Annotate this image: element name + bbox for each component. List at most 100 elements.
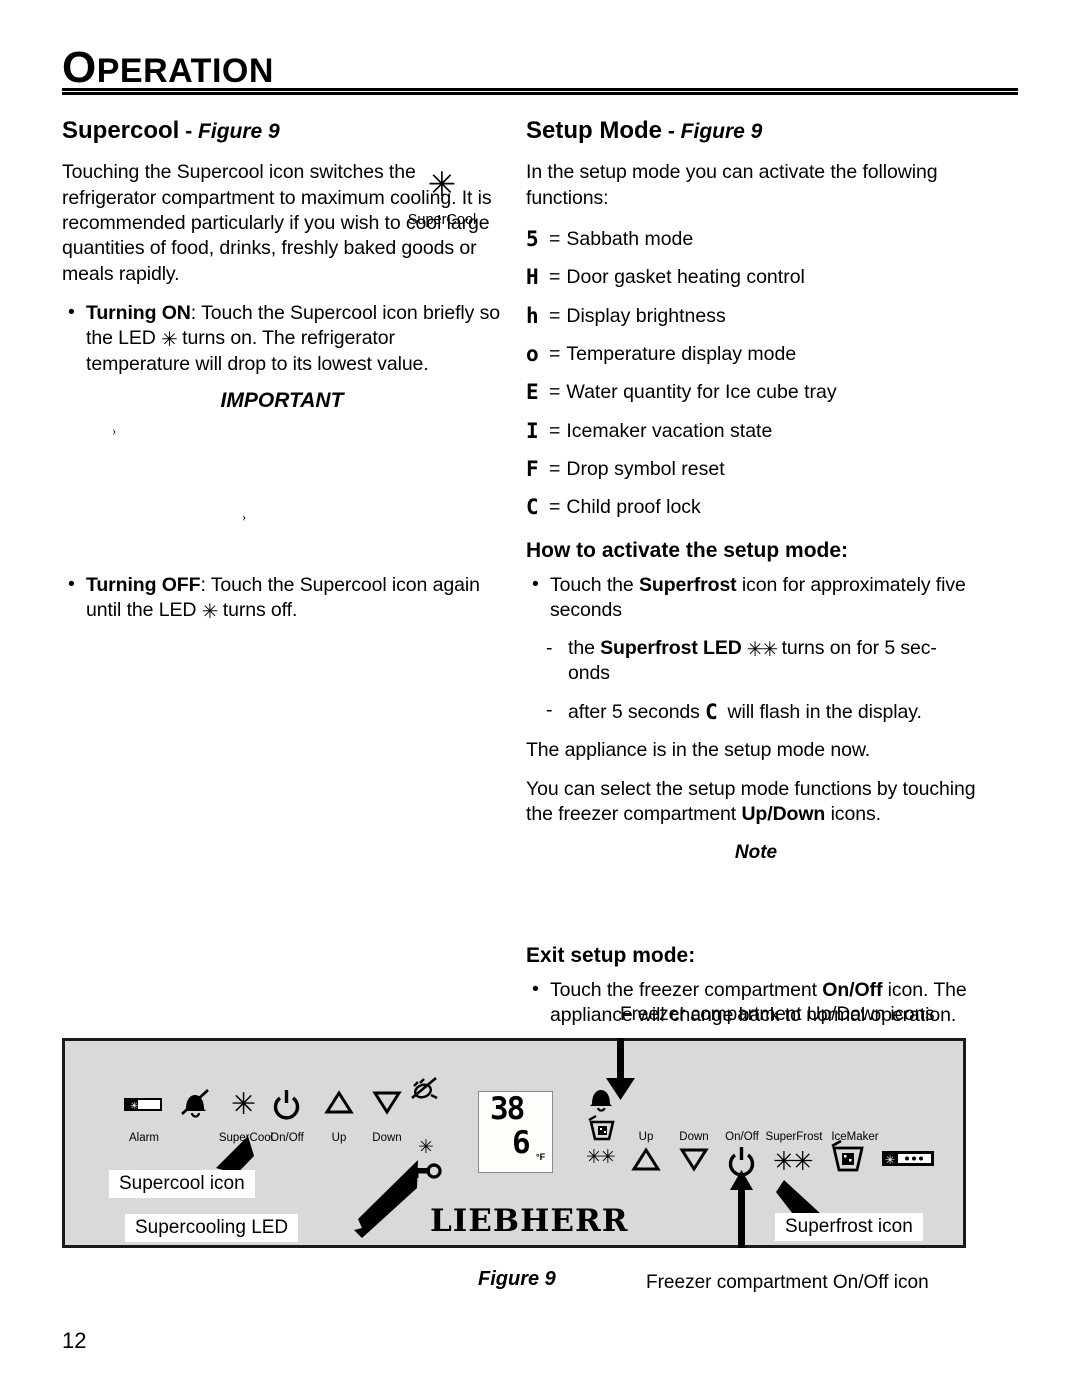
list-item: C = Child proof lock <box>526 493 986 520</box>
fridge-compartment-bar-icon: ✳ <box>124 1098 162 1112</box>
bullet-turning-off: • Turning OFF: Touch the Supercool icon a… <box>62 573 502 624</box>
select-functions-paragraph: You can select the setup mode functions … <box>526 777 986 828</box>
bell-icon <box>590 1090 612 1112</box>
turning-off-text-b: turns off. <box>217 599 298 622</box>
callout-supercool-icon: Supercool icon <box>109 1170 255 1198</box>
page-header: OPERATION <box>62 46 1018 90</box>
svg-text:✳: ✳ <box>130 1101 138 1112</box>
callout-superfrost-icon: Superfrost icon <box>775 1213 923 1241</box>
setup-mode-heading: Setup Mode - Figure 9 <box>526 117 986 144</box>
note-heading: Note <box>734 841 778 863</box>
svg-text:✳: ✳ <box>885 1153 895 1167</box>
superfrost-led-bold: Superfrost LED <box>600 636 742 659</box>
page-title-rest: PERATION <box>96 52 274 90</box>
seg-glyph-sabbath: 5 <box>526 227 539 252</box>
supercool-side-caption: SuperCool <box>407 212 477 228</box>
freezer-compartment-bar-icon: ✳ <box>882 1151 934 1167</box>
supercool-heading-main: Supercool <box>62 117 180 144</box>
label-down: Down <box>372 1132 402 1144</box>
document-page: OPERATION Supercool - Figure 9 Touching … <box>0 0 1080 1397</box>
bullet-touch-superfrost: • Touch the Superfrost icon for approxima… <box>526 573 986 624</box>
ice-cube-tray-icon <box>588 1114 615 1141</box>
dash1-text-d: onds <box>568 661 610 684</box>
list-item: I = Icemaker vacation state <box>526 417 986 444</box>
callout-supercooling-led: Supercooling LED <box>125 1214 299 1242</box>
list-item: 5 = Sabbath mode <box>526 225 986 252</box>
supercool-led-asterisk-icon: ✳ <box>161 327 178 352</box>
superfrost-double-asterisk-icon: ✳✳ <box>773 1147 813 1177</box>
equals-sign: = <box>549 266 561 289</box>
setup-mode-heading-figure: Figure 9 <box>680 120 763 143</box>
arrow-freezer-updown <box>606 1038 635 1100</box>
figure-9-control-panel: ✳ ✳ ✳ ✳✳ ✳✳ ✳ 38 6 °F Alarm SuperCool On… <box>62 1038 966 1248</box>
supercool-heading-figure: Figure 9 <box>198 120 280 143</box>
bullet-marker: • <box>532 977 539 1000</box>
seg-glyph-temp-display: o <box>526 342 539 367</box>
page-title: OPERATION <box>62 46 1018 90</box>
lcd-freezer-temperature: 6 <box>512 1125 531 1161</box>
up-triangle-icon-right <box>631 1147 661 1171</box>
list-item: o = Temperature display mode <box>526 340 986 367</box>
setup-mode-heading-main: Setup Mode <box>526 117 662 144</box>
function-label: Water quantity for Ice cube tray <box>566 381 837 404</box>
equals-sign: = <box>549 228 561 251</box>
bullet-marker: • <box>532 572 539 595</box>
supercool-heading-dash: - <box>179 120 199 143</box>
dash-marker: - <box>546 636 553 659</box>
equals-sign: = <box>549 343 561 366</box>
appliance-in-setup-mode-paragraph: The appliance is in the setup mode now. <box>526 738 871 761</box>
page-title-initial: O <box>62 43 97 92</box>
lcd-fridge-temperature: 38 <box>490 1091 525 1127</box>
list-item: F = Drop symbol reset <box>526 455 986 482</box>
power-onoff-icon <box>273 1090 300 1120</box>
updown-bold: Up/Down <box>741 803 826 826</box>
up-triangle-icon <box>324 1090 354 1114</box>
equals-sign: = <box>549 304 561 327</box>
function-label: Icemaker vacation state <box>566 419 773 442</box>
setup-function-list: 5 = Sabbath mode H = Door gasket heating con… <box>526 225 986 521</box>
dash2-text-b: will flash in the display. <box>722 701 922 724</box>
liebherr-brand-logo: LIEBHERR <box>430 1203 629 1239</box>
function-label: Temperature display mode <box>566 343 797 366</box>
seg-glyph-brightness: h <box>526 303 539 328</box>
function-label: Sabbath mode <box>566 228 694 251</box>
activate-setup-heading: How to activate the setup mode: <box>526 538 849 562</box>
function-label: Child proof lock <box>566 496 701 519</box>
setup-mode-heading-dash: - <box>662 120 681 143</box>
arrow-supercooling-led <box>354 1160 418 1238</box>
dash-marker: - <box>546 699 553 722</box>
seg-glyph-water-quantity: E <box>526 380 539 405</box>
figure-caption: Figure 9 <box>478 1268 556 1290</box>
equals-sign: = <box>549 419 561 442</box>
supercool-heading: Supercool - Figure 9 <box>62 117 502 144</box>
select-text-c: icons. <box>825 803 881 826</box>
supercool-side-icon-block: ✳ SuperCool <box>396 168 488 228</box>
equals-sign: = <box>549 381 561 404</box>
figure-top-label: Freezer compartment Up/Down icons <box>620 1004 935 1025</box>
onoff-bold: On/Off <box>822 978 883 1001</box>
label-icemaker: IceMaker <box>831 1131 879 1143</box>
seg-glyph-drop-reset: F <box>526 457 539 482</box>
page-number: 12 <box>62 1328 87 1353</box>
down-triangle-icon <box>372 1091 402 1115</box>
seg-glyph-icemaker-vacation: I <box>526 418 539 443</box>
bullet-turning-on: • Turning ON: Touch the Supercool icon br… <box>62 301 502 377</box>
dash2-text-a: after 5 seconds <box>568 701 706 724</box>
dash-item-superfrost-led: - the Superfrost LED ✳✳ turns on for 5 se… <box>546 636 986 687</box>
arrow-freezer-onoff <box>730 1170 753 1248</box>
stray-mark-2: › <box>242 509 247 525</box>
figure-bottom-label: Freezer compartment On/Off icon <box>646 1272 929 1293</box>
alarm-bell-crossed-icon <box>181 1089 209 1118</box>
dash-item-flash-display: - after 5 seconds C will flash in the dis… <box>546 698 986 725</box>
equals-sign: = <box>549 496 561 519</box>
function-label: Display brightness <box>566 304 726 327</box>
list-item: H = Door gasket heating control <box>526 263 986 290</box>
activate-text-a: Touch the <box>550 573 639 596</box>
right-column: Setup Mode - Figure 9 In the setup mode … <box>526 117 986 1040</box>
seg-glyph-child-lock-inline: C <box>705 700 718 725</box>
dash1-text-c: turns on for 5 sec- <box>776 636 937 659</box>
exit-text-a: Touch the freezer compartment <box>550 978 823 1001</box>
list-item: E = Water quantity for Ice cube tray <box>526 378 986 405</box>
dash1-text-a: the <box>568 636 601 659</box>
equals-sign: = <box>549 458 561 481</box>
